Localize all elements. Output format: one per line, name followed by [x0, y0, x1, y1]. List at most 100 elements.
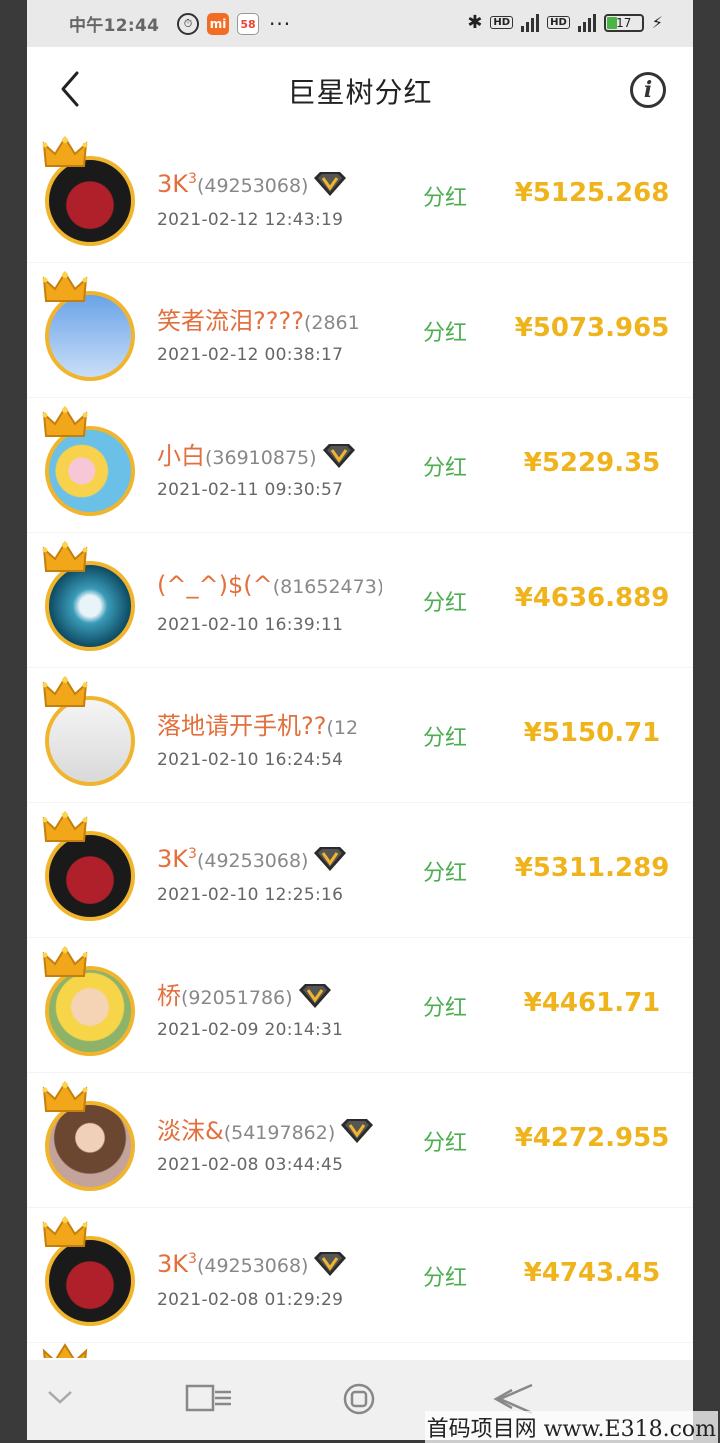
- crown-icon: [42, 271, 88, 302]
- user-name-sup: 3: [188, 171, 197, 187]
- watermark-text: 首码项目网 www.E318.com: [424, 1411, 718, 1443]
- timestamp: 2021-02-10 12:25:16: [157, 885, 344, 905]
- dividend-amount: ¥4272.955: [514, 1123, 670, 1153]
- battery-level: 17: [616, 15, 632, 30]
- dividend-amount: ¥5229.35: [523, 448, 661, 478]
- list-item[interactable]: 3K3 (49253068) 2021-02-10 12:25:16 分红 ¥5311.…: [27, 803, 693, 938]
- status-time: 中午12:44: [69, 16, 160, 36]
- user-id: (92051786): [181, 987, 293, 1009]
- timestamp: 2021-02-10 16:24:54: [157, 750, 344, 770]
- user-id: (81652473): [272, 576, 382, 598]
- hd-icon-2: HD: [547, 16, 570, 29]
- bluetooth-icon: ✱: [467, 12, 483, 33]
- info-button[interactable]: i: [630, 72, 666, 108]
- crown-icon: [42, 676, 88, 707]
- user-name-sup: 3: [188, 846, 197, 862]
- dividend-label: 分红: [423, 861, 468, 886]
- dividend-label: 分红: [423, 1266, 468, 1291]
- user-name-line: 3K3 (49253068): [157, 841, 348, 873]
- user-name-line: 3K3 (49253068): [157, 1246, 348, 1278]
- list-item[interactable]: 淡沫& (54197862) 2021-02-08 03:44:45 分红 ¥4272.…: [27, 1073, 693, 1208]
- user-id: (2861: [303, 312, 360, 334]
- avatar-with-crown: [42, 1216, 142, 1326]
- status-bar: 中午12:44 ⏱ mi 58 ··· ✱ HD HD 17 ⚡: [27, 0, 693, 47]
- vip-diamond-icon: [314, 1252, 347, 1276]
- dividend-amount: ¥5073.965: [514, 313, 670, 343]
- crown-icon: [42, 136, 88, 167]
- mi-app-icon: mi: [207, 13, 229, 35]
- timestamp: 2021-02-08 03:44:45: [157, 1155, 344, 1175]
- timestamp: 2021-02-12 12:43:19: [157, 210, 344, 230]
- dividend-label: 分红: [423, 186, 468, 211]
- dividend-label: 分红: [423, 996, 468, 1021]
- page-title: 巨星树分红: [287, 76, 433, 109]
- nav-collapse-button[interactable]: [45, 1382, 75, 1416]
- avatar-with-crown: [42, 271, 142, 381]
- list-item[interactable]: 落地请开手机?? (12 2021-02-10 16:24:54 分红 ¥5150.71: [27, 668, 693, 803]
- dividend-amount: ¥4743.45: [523, 1258, 661, 1288]
- signal-icon: [521, 13, 540, 32]
- hd-icon: HD: [490, 16, 514, 29]
- user-name: (^_^)$(^: [157, 571, 273, 599]
- avatar-with-crown: [42, 676, 142, 786]
- crown-icon: [42, 541, 88, 572]
- charging-icon: ⚡: [651, 13, 663, 32]
- avatar-with-crown: [42, 136, 142, 246]
- user-id: (49253068): [196, 850, 309, 872]
- user-name: 3K3: [157, 845, 197, 873]
- user-name-line: 笑者流泪???? (2861: [157, 301, 360, 336]
- user-name-line: 落地请开手机?? (12: [157, 706, 358, 741]
- app-58-icon: 58: [237, 13, 259, 35]
- list-item[interactable]: 桥 (92051786) 2021-02-09 20:14:31 分红 ¥4461.71: [27, 938, 693, 1073]
- phone-screen: 中午12:44 ⏱ mi 58 ··· ✱ HD HD 17 ⚡ 巨星树分红 i…: [27, 0, 693, 1440]
- avatar-with-crown: [42, 811, 142, 921]
- crown-icon: [42, 811, 88, 842]
- nav-recents-button[interactable]: [185, 1382, 233, 1418]
- avatar-with-crown: [42, 946, 142, 1056]
- dividend-list: 3K3 (49253068) 2021-02-12 12:43:19 分红 ¥5125.…: [27, 128, 693, 1343]
- user-id: (49253068): [196, 1255, 309, 1277]
- user-name-line: (^_^)$(^ (81652473): [157, 571, 382, 599]
- list-item[interactable]: 3K3 (49253068) 2021-02-08 01:29:29 分红 ¥4743.…: [27, 1208, 693, 1343]
- timestamp: 2021-02-12 00:38:17: [157, 345, 344, 365]
- list-item[interactable]: (^_^)$(^ (81652473) 2021-02-10 16:39:11 分红 ¥…: [27, 533, 693, 668]
- dividend-label: 分红: [423, 456, 468, 481]
- avatar-with-crown: [42, 541, 142, 651]
- alarm-icon: ⏱: [177, 13, 199, 35]
- nav-home-button[interactable]: [342, 1382, 376, 1420]
- list-item[interactable]: 小白 (36910875) 2021-02-11 09:30:57 分红 ¥5229.3…: [27, 398, 693, 533]
- vip-diamond-icon: [341, 1119, 374, 1143]
- dividend-label: 分红: [423, 321, 468, 346]
- user-name: 小白: [157, 442, 205, 470]
- avatar-with-crown: [42, 1081, 142, 1191]
- app-header: 巨星树分红 i: [27, 47, 693, 132]
- user-name: 桥: [157, 982, 181, 1010]
- user-name: 落地请开手机??: [157, 712, 327, 740]
- dividend-label: 分红: [423, 726, 468, 751]
- timestamp: 2021-02-09 20:14:31: [157, 1020, 344, 1040]
- partial-row-crown: [42, 1343, 92, 1358]
- timestamp: 2021-02-11 09:30:57: [157, 480, 344, 500]
- vip-diamond-icon: [314, 172, 347, 196]
- signal-icon-2: [577, 13, 596, 32]
- user-name: 淡沫&: [157, 1117, 224, 1145]
- vip-diamond-icon: [314, 847, 347, 871]
- user-name-line: 桥 (92051786): [157, 976, 333, 1011]
- timestamp: 2021-02-10 16:39:11: [157, 615, 344, 635]
- list-item[interactable]: 3K3 (49253068) 2021-02-12 12:43:19 分红 ¥5125.…: [27, 128, 693, 263]
- dividend-amount: ¥5311.289: [514, 853, 670, 883]
- crown-icon: [42, 1081, 88, 1112]
- user-id: (36910875): [205, 447, 317, 469]
- status-left-icons: ⏱ mi 58 ···: [177, 12, 291, 36]
- list-item[interactable]: 笑者流泪???? (2861 2021-02-12 00:38:17 分红 ¥5073.…: [27, 263, 693, 398]
- home-icon: [343, 1383, 375, 1415]
- recents-icon: [185, 1384, 231, 1412]
- dividend-label: 分红: [423, 591, 468, 616]
- user-name-line: 淡沫& (54197862): [157, 1111, 375, 1146]
- dividend-amount: ¥4636.889: [514, 583, 670, 613]
- vip-diamond-icon: [298, 984, 331, 1008]
- battery-icon: 17: [603, 13, 644, 32]
- user-name: 笑者流泪????: [157, 307, 304, 335]
- dividend-amount: ¥4461.71: [523, 988, 661, 1018]
- crown-icon: [42, 946, 88, 977]
